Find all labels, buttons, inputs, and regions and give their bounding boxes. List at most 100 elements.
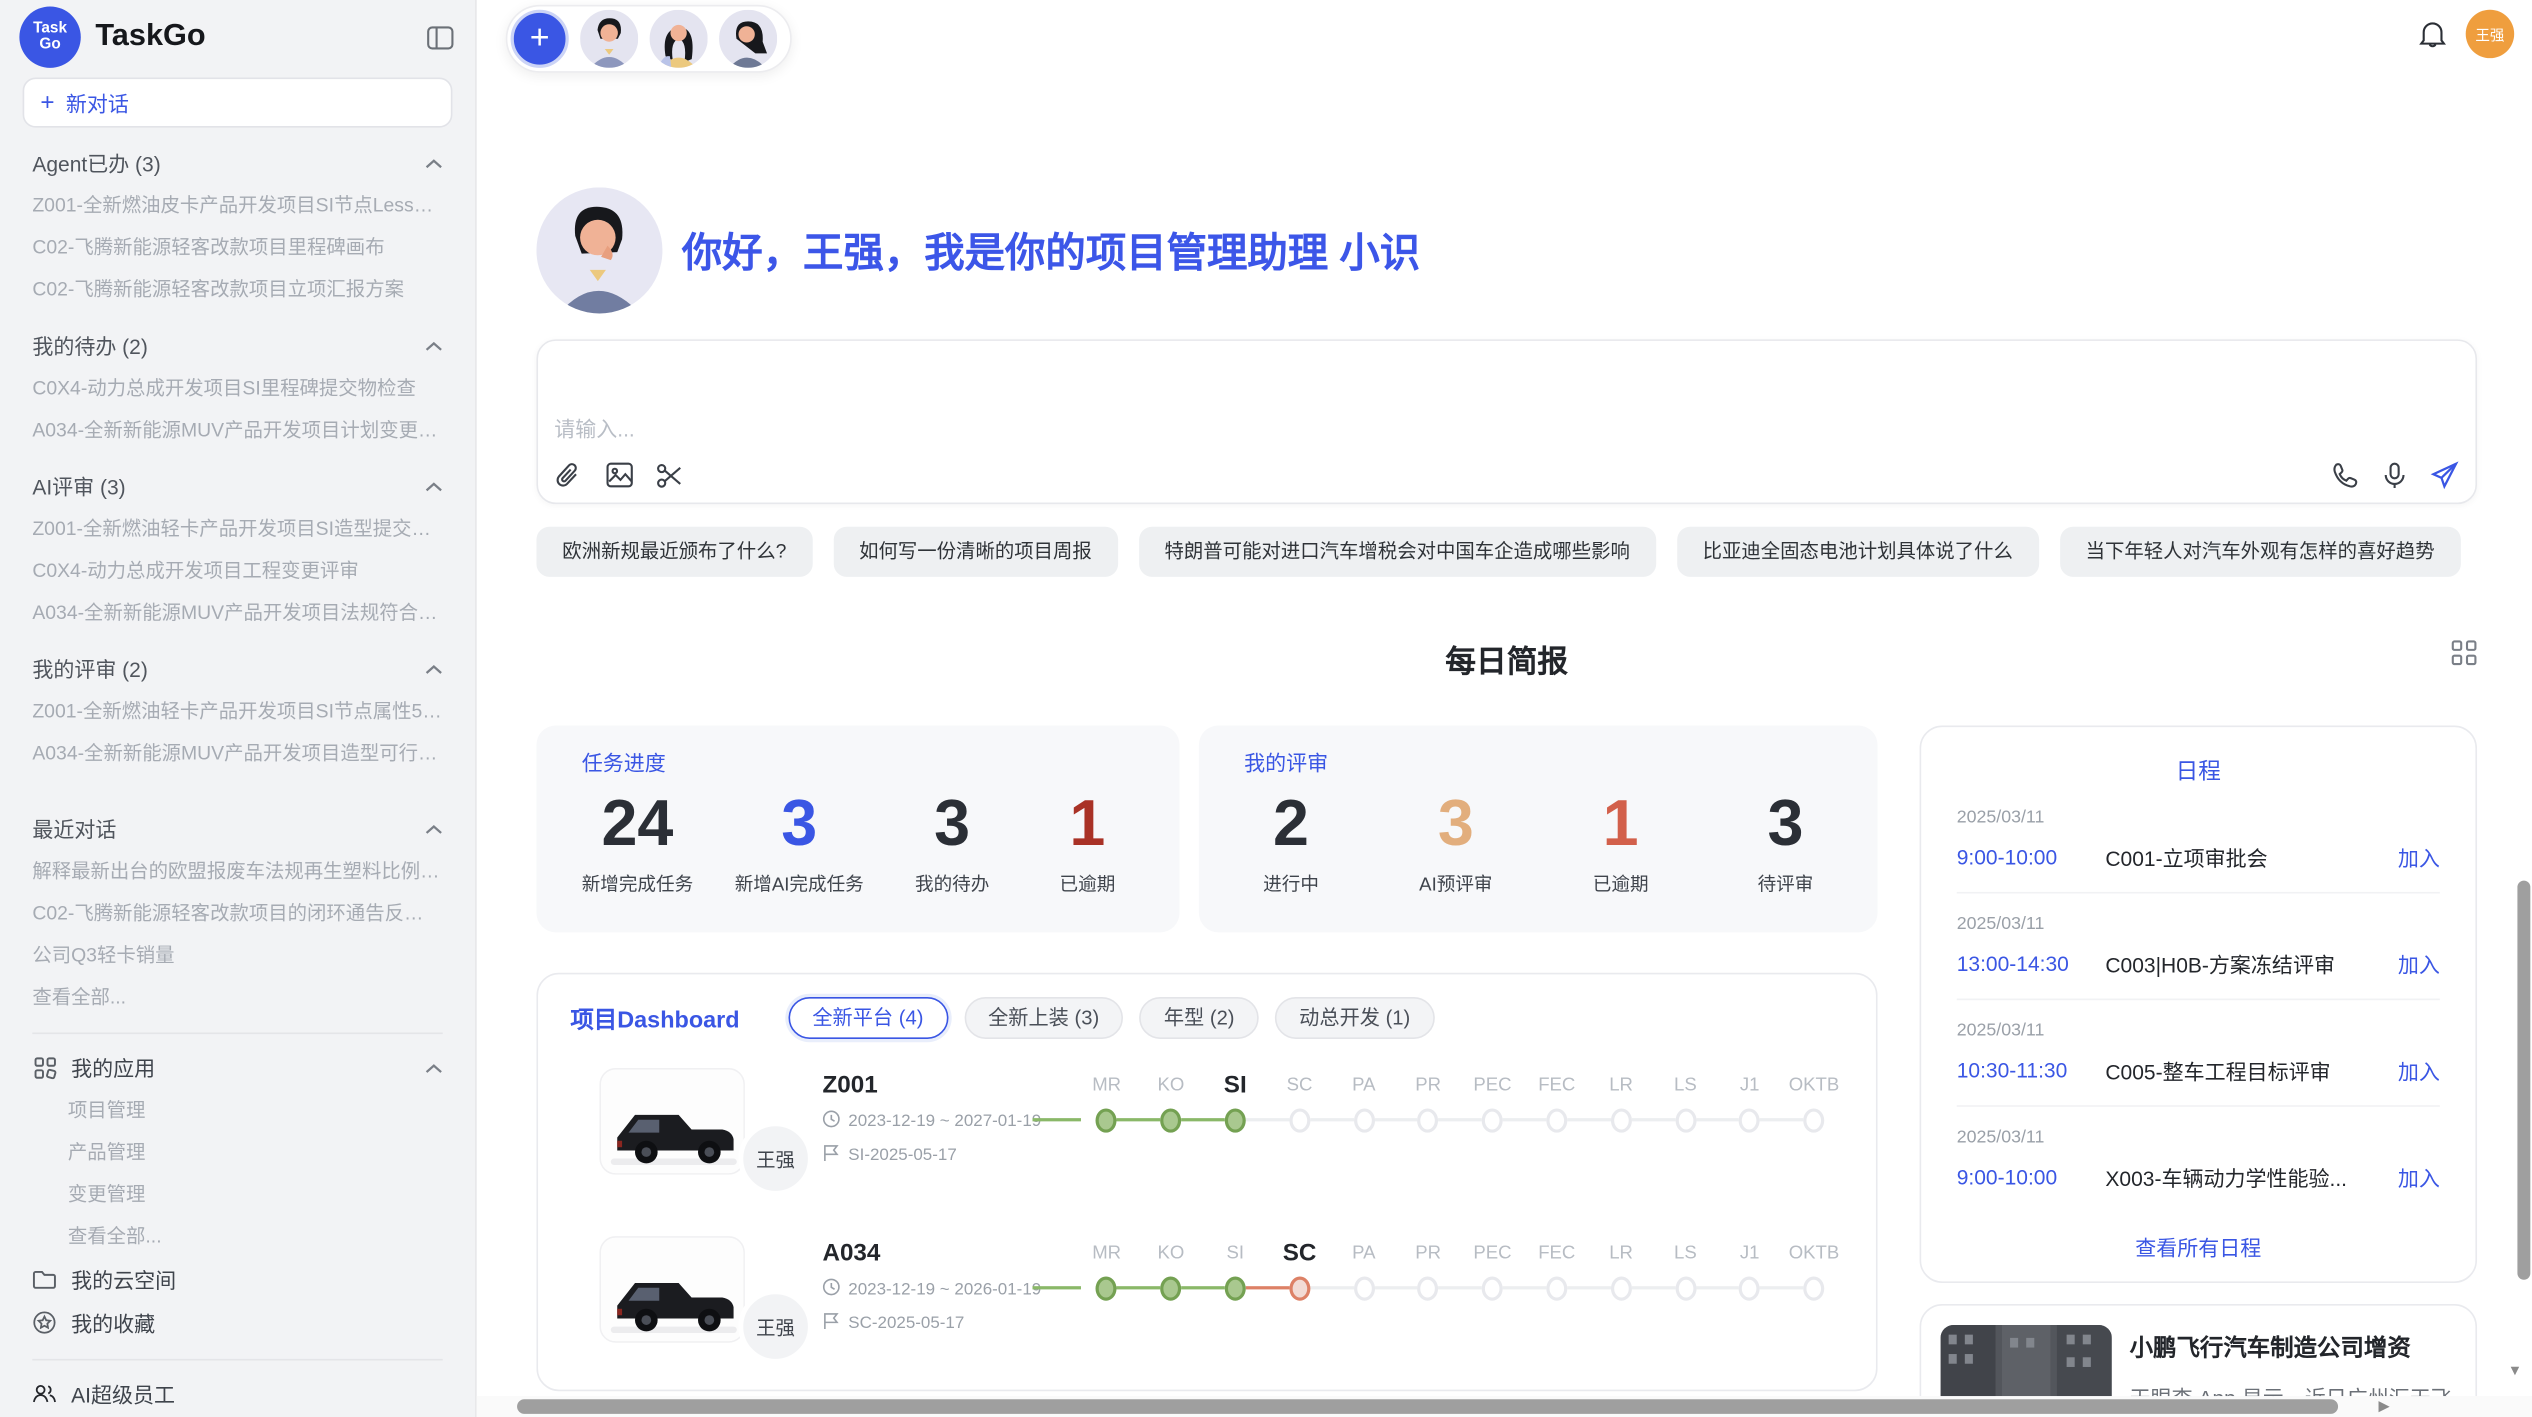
send-icon[interactable] bbox=[2430, 461, 2459, 490]
stat-item: 24新增完成任务 bbox=[582, 787, 693, 897]
suggestion-chip[interactable]: 比亚迪全固态电池计划具体说了什么 bbox=[1677, 527, 2039, 577]
collapse-sidebar-icon[interactable] bbox=[423, 21, 455, 53]
chevron-up-icon[interactable] bbox=[425, 150, 443, 174]
milestone-connector bbox=[1632, 1286, 1675, 1289]
milestone-connector bbox=[1503, 1286, 1546, 1289]
horizontal-scrollbar-thumb[interactable] bbox=[517, 1399, 2338, 1414]
suggestion-chip[interactable]: 当下年轻人对汽车外观有怎样的喜好趋势 bbox=[2060, 527, 2461, 577]
suggestion-chip[interactable]: 欧洲新规最近颁布了什么? bbox=[536, 527, 812, 577]
notification-bell-icon[interactable] bbox=[2417, 19, 2446, 48]
recent-chat-item[interactable]: C02-飞腾新能源轻客改款项目的闭环通告反馈情况 bbox=[32, 892, 442, 934]
assistant-avatar bbox=[536, 187, 662, 313]
sidebar-item[interactable]: Z001-全新燃油轻卡产品开发项目SI节点属性5D文件评审 bbox=[32, 690, 442, 732]
sidebar-item[interactable]: C0X4-动力总成开发项目SI里程碑提交物检查 bbox=[32, 367, 442, 409]
chevron-up-icon[interactable] bbox=[425, 333, 443, 357]
chevron-up-icon[interactable] bbox=[425, 1055, 443, 1079]
milestone: KO bbox=[1139, 1068, 1203, 1133]
my-apps-header[interactable]: 我的应用 bbox=[32, 1045, 442, 1089]
milestone-connector bbox=[1374, 1118, 1417, 1121]
suggestion-chip[interactable]: 如何写一份清晰的项目周报 bbox=[833, 527, 1117, 577]
stat-items: 2进行中3AI预评审1已逾期3待评审 bbox=[1244, 787, 1832, 897]
sidebar-ai-tool[interactable]: AI超级员工 bbox=[32, 1372, 442, 1416]
new-chat-button[interactable]: + 新对话 bbox=[23, 78, 453, 128]
project-row[interactable]: 王强A0342023-12-19 ~ 2026-01-19SC-2025-05-… bbox=[570, 1236, 1843, 1365]
chevron-up-icon[interactable] bbox=[425, 656, 443, 680]
sidebar-item[interactable]: A034-全新新能源MUV产品开发项目计划变更表编写 bbox=[32, 409, 442, 451]
sidebar-group-header[interactable]: 我的待办 (2) bbox=[32, 323, 442, 367]
milestone: OKTB bbox=[1782, 1236, 1846, 1301]
sidebar-item[interactable]: C0X4-动力总成开发项目工程变更评审 bbox=[32, 549, 442, 591]
recent-chats-header[interactable]: 最近对话 bbox=[32, 806, 442, 850]
scissors-icon[interactable] bbox=[654, 461, 683, 490]
sidebar-item[interactable]: C02-飞腾新能源轻客改款项目立项汇报方案 bbox=[32, 268, 442, 310]
milestone-label: PEC bbox=[1460, 1068, 1524, 1104]
view-all-apps-link[interactable]: 查看全部... bbox=[68, 1215, 443, 1257]
app-menu-item[interactable]: 变更管理 bbox=[68, 1173, 443, 1215]
project-dashboard-card: 项目Dashboard 全新平台 (4)全新上装 (3)年型 (2)动总开发 (… bbox=[536, 973, 1877, 1391]
sidebar-group-header[interactable]: 我的评审 (2) bbox=[32, 646, 442, 690]
view-all-chats-link[interactable]: 查看全部... bbox=[32, 976, 442, 1018]
dashboard-tab[interactable]: 全新上装 (3) bbox=[964, 997, 1124, 1039]
milestone-label: OKTB bbox=[1782, 1236, 1846, 1272]
composer-placeholder: 请输入... bbox=[554, 412, 635, 443]
clock-icon bbox=[822, 1278, 840, 1301]
sidebar-shortcut[interactable]: 我的收藏 bbox=[32, 1301, 442, 1345]
user-avatar[interactable]: 王强 bbox=[2466, 10, 2514, 58]
date-range-text: 2023-12-19 ~ 2027-01-19 bbox=[848, 1112, 1041, 1131]
app-menu-item[interactable]: 产品管理 bbox=[68, 1131, 443, 1173]
divider bbox=[32, 1032, 442, 1034]
layout-grid-icon[interactable] bbox=[2451, 640, 2477, 674]
sidebar-group-header[interactable]: Agent已办 (3) bbox=[32, 141, 442, 185]
join-meeting-link[interactable]: 加入 bbox=[2398, 842, 2440, 873]
logo-line2: Go bbox=[39, 37, 60, 54]
sidebar-group-title: AI评审 (3) bbox=[32, 470, 125, 501]
date-range-text: 2023-12-19 ~ 2026-01-19 bbox=[848, 1280, 1041, 1299]
attachment-icon[interactable] bbox=[554, 461, 583, 490]
recent-chat-item[interactable]: 公司Q3轻卡销量 bbox=[32, 934, 442, 976]
schedule-time: 9:00-10:00 bbox=[1957, 845, 2106, 869]
dashboard-tab[interactable]: 动总开发 (1) bbox=[1275, 997, 1435, 1039]
divider bbox=[32, 1359, 442, 1361]
project-row[interactable]: 王强Z0012023-12-19 ~ 2027-01-19SI-2025-05-… bbox=[570, 1068, 1843, 1197]
suggestion-chip[interactable]: 特朗普可能对进口汽车增税会对中国车企造成哪些影响 bbox=[1139, 527, 1656, 577]
sidebar-item[interactable]: Z001-全新燃油轻卡产品开发项目SI造型提交物评审 bbox=[32, 507, 442, 549]
sidebar: Task Go TaskGo + 新对话 Agent已办 (3)Z001-全新燃… bbox=[0, 0, 477, 1417]
add-agent-button[interactable]: + bbox=[511, 10, 569, 68]
sidebar-group-header[interactable]: AI评审 (3) bbox=[32, 464, 442, 508]
chevron-up-icon[interactable] bbox=[425, 473, 443, 497]
microphone-icon[interactable] bbox=[2380, 461, 2409, 490]
agent-avatar-1[interactable] bbox=[580, 10, 638, 68]
schedule-item: 2025/03/1110:30-11:30C005-整车工程目标评审加入 bbox=[1957, 1000, 2440, 1107]
stat-item: 3我的待办 bbox=[905, 787, 999, 897]
join-meeting-link[interactable]: 加入 bbox=[2398, 1162, 2440, 1193]
scroll-down-arrow[interactable]: ▼ bbox=[2508, 1362, 2522, 1378]
view-all-schedule-link[interactable]: 查看所有日程 bbox=[1957, 1231, 2440, 1262]
sidebar-item[interactable]: Z001-全新燃油皮卡产品开发项目SI节点Lesson Learn报告 bbox=[32, 184, 442, 226]
image-icon[interactable] bbox=[604, 461, 633, 490]
milestone-connector bbox=[1246, 1286, 1289, 1289]
sidebar-item[interactable]: A034-全新新能源MUV产品开发项目法规符合性评审 bbox=[32, 591, 442, 633]
agent-avatar-3[interactable] bbox=[719, 10, 777, 68]
vertical-scrollbar-thumb[interactable] bbox=[2517, 881, 2530, 1280]
sidebar-item[interactable]: C02-飞腾新能源轻客改款项目里程碑画布 bbox=[32, 226, 442, 268]
milestone: PEC bbox=[1460, 1236, 1524, 1301]
join-meeting-link[interactable]: 加入 bbox=[2398, 1055, 2440, 1086]
agent-avatar-2[interactable] bbox=[650, 10, 708, 68]
dashboard-tab[interactable]: 全新平台 (4) bbox=[788, 997, 948, 1039]
dashboard-tab[interactable]: 年型 (2) bbox=[1140, 997, 1259, 1039]
greeting-block: 你好，王强，我是你的项目管理助理 小识 bbox=[536, 187, 2477, 313]
chevron-up-icon[interactable] bbox=[425, 816, 443, 840]
recent-chat-item[interactable]: 解释最新出台的欧盟报废车法规再生塑料比例被调至15%... bbox=[32, 850, 442, 892]
chat-composer[interactable]: 请输入... bbox=[536, 339, 2477, 504]
sidebar-item[interactable]: A034-全新新能源MUV产品开发项目造型可行性评审 bbox=[32, 732, 442, 774]
milestone-label: LR bbox=[1589, 1068, 1653, 1104]
milestone-label: LS bbox=[1653, 1236, 1717, 1272]
scroll-right-arrow[interactable]: ▶ bbox=[2378, 1398, 2389, 1416]
phone-call-icon[interactable] bbox=[2330, 461, 2359, 490]
app-menu-item[interactable]: 项目管理 bbox=[68, 1089, 443, 1131]
sidebar-shortcut[interactable]: 我的云空间 bbox=[32, 1257, 442, 1301]
join-meeting-link[interactable]: 加入 bbox=[2398, 948, 2440, 979]
left-column: 任务进度24新增完成任务3新增AI完成任务3我的待办1已逾期我的评审2进行中3A… bbox=[536, 725, 1877, 1391]
briefing-columns: 任务进度24新增完成任务3新增AI完成任务3我的待办1已逾期我的评审2进行中3A… bbox=[536, 725, 2477, 1417]
project-code: A034 bbox=[822, 1239, 1068, 1266]
